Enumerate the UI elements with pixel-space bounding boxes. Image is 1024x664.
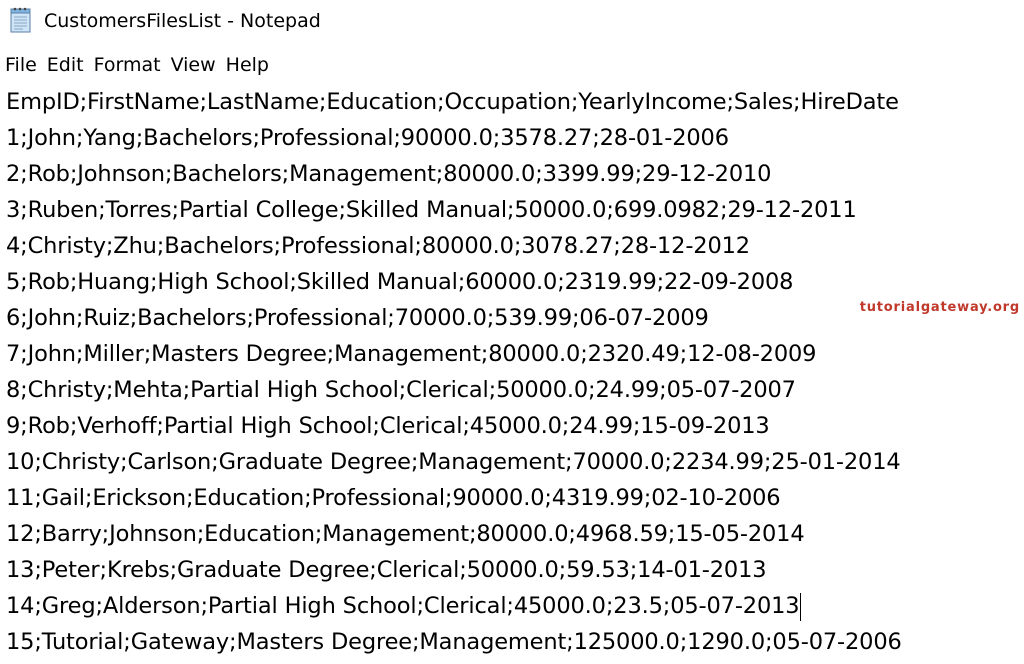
- text-line-with-caret: 14;Greg;Alderson;Partial High School;Cle…: [6, 588, 802, 624]
- text-line-content: 14;Greg;Alderson;Partial High School;Cle…: [6, 593, 800, 619]
- menu-edit[interactable]: Edit: [42, 51, 89, 79]
- text-line: 5;Rob;Huang;High School;Skilled Manual;6…: [6, 269, 794, 295]
- text-line: 6;John;Ruiz;Bachelors;Professional;70000…: [6, 305, 709, 331]
- text-line: 12;Barry;Johnson;Education;Management;80…: [6, 521, 805, 547]
- text-line: 10;Christy;Carlson;Graduate Degree;Manag…: [6, 449, 901, 475]
- text-line: 3;Ruben;Torres;Partial College;Skilled M…: [6, 197, 857, 223]
- text-line: 8;Christy;Mehta;Partial High School;Cler…: [6, 377, 796, 403]
- text-line: 2;Rob;Johnson;Bachelors;Management;80000…: [6, 161, 772, 187]
- window-title: CustomersFilesList - Notepad: [44, 10, 321, 32]
- menu-help[interactable]: Help: [221, 51, 274, 79]
- text-line: 11;Gail;Erickson;Education;Professional;…: [6, 485, 781, 511]
- text-editor-area[interactable]: EmpID;FirstName;LastName;Education;Occup…: [0, 84, 1024, 664]
- menu-view[interactable]: View: [166, 51, 221, 79]
- watermark-text: tutorialgateway.org: [859, 300, 1020, 315]
- notepad-icon: [10, 7, 31, 33]
- text-line: 4;Christy;Zhu;Bachelors;Professional;800…: [6, 233, 750, 259]
- text-line: EmpID;FirstName;LastName;Education;Occup…: [6, 89, 899, 115]
- text-line: 15;Tutorial;Gateway;Masters Degree;Manag…: [6, 629, 902, 655]
- text-caret: [800, 592, 802, 621]
- menu-file[interactable]: File: [0, 51, 42, 79]
- menu-format[interactable]: Format: [89, 51, 166, 79]
- text-line: 9;Rob;Verhoff;Partial High School;Cleric…: [6, 413, 770, 439]
- text-line: 1;John;Yang;Bachelors;Professional;90000…: [6, 125, 729, 151]
- text-line: 7;John;Miller;Masters Degree;Management;…: [6, 341, 817, 367]
- menu-bar: File Edit Format View Help: [0, 50, 1024, 80]
- title-bar: CustomersFilesList - Notepad: [0, 0, 1024, 42]
- text-line: 13;Peter;Krebs;Graduate Degree;Clerical;…: [6, 557, 767, 583]
